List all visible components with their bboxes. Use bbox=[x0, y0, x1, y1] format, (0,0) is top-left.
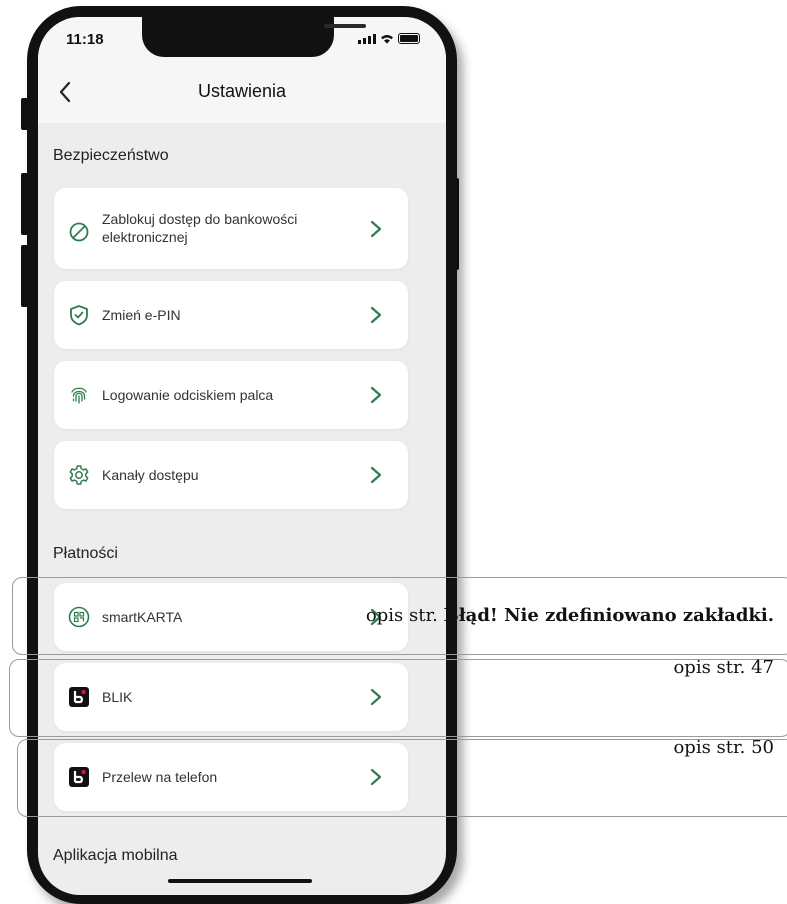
notch bbox=[142, 17, 366, 57]
status-bar: 11:18 bbox=[38, 17, 446, 65]
fingerprint-icon bbox=[71, 387, 87, 404]
block-access-item[interactable]: Zablokuj dostęp do bankowości elektronic… bbox=[54, 188, 408, 269]
annotation-note-smartkarta: opis str. Błąd! Nie zdefiniowano zakładk… bbox=[365, 605, 774, 626]
annotation-note-blik: opis str. 47 bbox=[673, 657, 774, 678]
block-icon bbox=[69, 222, 89, 242]
home-indicator[interactable] bbox=[168, 879, 312, 883]
status-time: 11:18 bbox=[66, 31, 104, 48]
signal-icon bbox=[358, 34, 376, 44]
annotation-box bbox=[17, 739, 787, 817]
section-title-mobile-app: Aplikacja mobilna bbox=[53, 847, 178, 864]
status-icons bbox=[358, 33, 420, 44]
chevron-right-icon bbox=[370, 386, 382, 404]
section-title-security: Bezpieczeństwo bbox=[53, 147, 169, 164]
chevron-right-icon bbox=[370, 220, 382, 238]
annotation-note-phone-transfer: opis str. 50 bbox=[673, 737, 774, 758]
change-epin-label: Zmień e-PIN bbox=[102, 307, 181, 323]
shield-check-icon bbox=[70, 305, 88, 326]
block-access-label: Zablokuj dostęp do bankowości elektronic… bbox=[102, 211, 298, 245]
annotation-box bbox=[9, 659, 787, 737]
gear-icon bbox=[69, 465, 89, 485]
chevron-right-icon bbox=[370, 466, 382, 484]
access-channels-label: Kanały dostępu bbox=[102, 467, 199, 483]
fingerprint-login-item[interactable]: Logowanie odciskiem palca bbox=[54, 361, 408, 429]
access-channels-item[interactable]: Kanały dostępu bbox=[54, 441, 408, 509]
navigation-bar: Ustawienia bbox=[38, 65, 446, 123]
chevron-right-icon bbox=[370, 306, 382, 324]
change-epin-item[interactable]: Zmień e-PIN bbox=[54, 281, 408, 349]
section-title-payments: Płatności bbox=[53, 545, 118, 562]
battery-icon bbox=[398, 33, 420, 44]
fingerprint-login-label: Logowanie odciskiem palca bbox=[102, 387, 274, 403]
wifi-icon bbox=[381, 35, 393, 44]
page-title: Ustawienia bbox=[197, 81, 287, 101]
